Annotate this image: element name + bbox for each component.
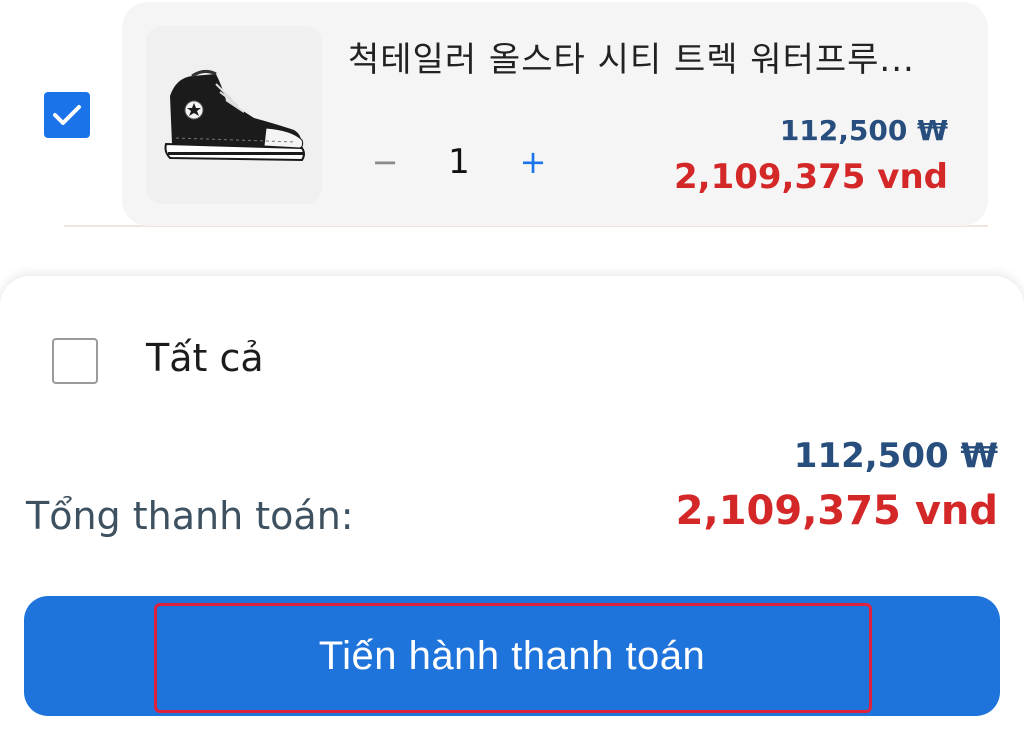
product-image[interactable]: [146, 26, 322, 204]
total-price-vnd: 2,109,375 vnd: [675, 488, 998, 534]
item-checkbox[interactable]: [44, 92, 90, 138]
checkout-summary-panel: Tất cả 112,500 ₩ Tổng thanh toán: 2,109,…: [0, 276, 1024, 735]
cart-item-card: 척테일러 올스타 시티 트렉 워터프루... − 1 + 112,500 ₩ 2…: [122, 2, 988, 226]
select-all-checkbox[interactable]: [52, 338, 98, 384]
item-price-vnd: 2,109,375 vnd: [674, 157, 948, 197]
quantity-decrease-button[interactable]: −: [370, 140, 400, 184]
cart-page: 척테일러 올스타 시티 트렉 워터프루... − 1 + 112,500 ₩ 2…: [0, 0, 1024, 735]
quantity-value: 1: [448, 142, 470, 182]
total-label: Tổng thanh toán:: [26, 494, 354, 538]
sneaker-icon: [164, 69, 305, 162]
product-name[interactable]: 척테일러 올스타 시티 트렉 워터프루...: [348, 32, 968, 81]
select-all-label[interactable]: Tất cả: [146, 336, 264, 380]
quantity-increase-button[interactable]: +: [516, 140, 550, 184]
total-price-krw: 112,500 ₩: [793, 436, 998, 476]
checkout-button-label: Tiến hành thanh toán: [318, 634, 706, 678]
item-price-krw: 112,500 ₩: [779, 114, 948, 147]
checkmark-icon: [53, 105, 81, 125]
checkout-button[interactable]: Tiến hành thanh toán: [24, 596, 1000, 716]
